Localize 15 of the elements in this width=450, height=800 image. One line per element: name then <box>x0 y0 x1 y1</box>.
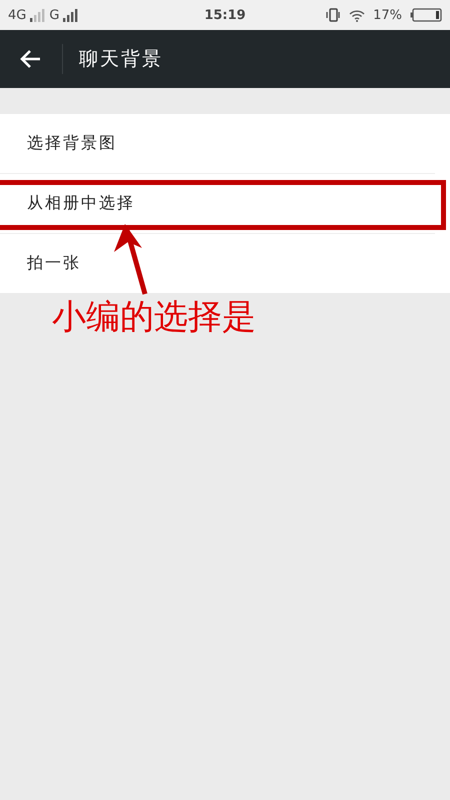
annotation-text: 小编的选择是 <box>52 296 257 339</box>
menu-option[interactable]: 选择背景图 <box>27 133 117 154</box>
network-label: G <box>49 8 60 22</box>
menu-option[interactable]: 拍一张 <box>27 253 81 274</box>
signal-icon <box>63 8 78 22</box>
back-arrow-icon <box>20 49 42 69</box>
screen-title: 聊天背景 <box>79 47 163 72</box>
battery-percent: 17% <box>373 8 402 22</box>
battery-icon <box>410 8 442 22</box>
wifi-icon <box>349 8 366 22</box>
clock: 15:19 <box>204 8 246 22</box>
network-label: 4G <box>8 8 26 22</box>
signal-icon <box>30 8 46 22</box>
vibrate-icon <box>325 8 342 22</box>
menu-option[interactable]: 从相册中选择 <box>27 193 135 214</box>
